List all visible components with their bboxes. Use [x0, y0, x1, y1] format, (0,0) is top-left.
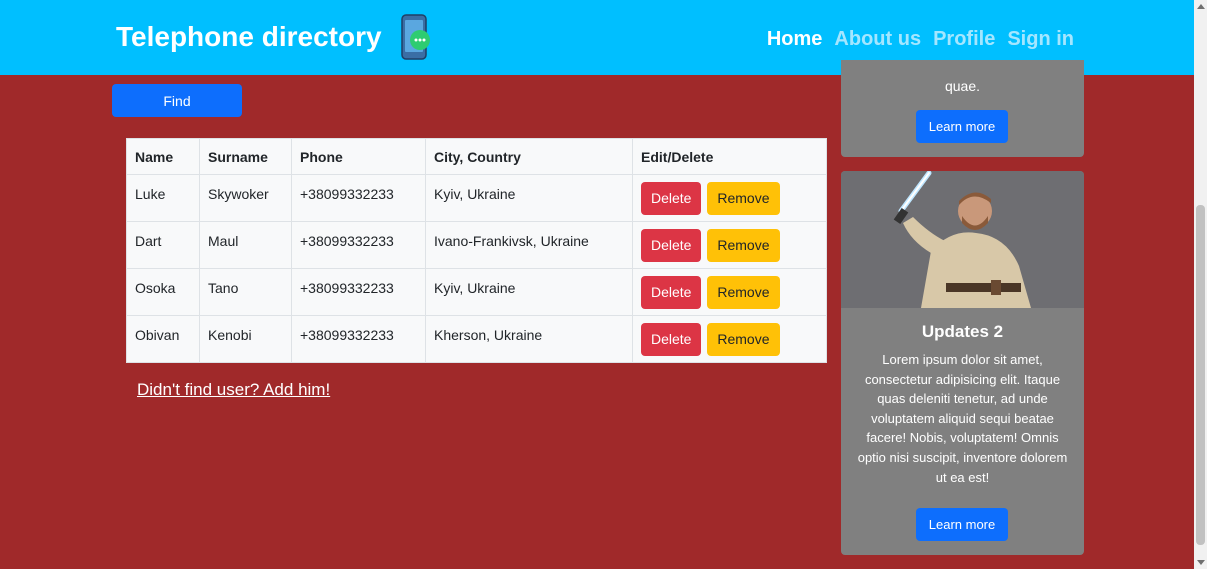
cell-phone: +38099332233: [291, 221, 426, 269]
learn-more-button[interactable]: Learn more: [916, 110, 1008, 143]
card-image: [841, 171, 1084, 308]
update-card-1: quae. Learn more: [841, 60, 1084, 157]
table-header-row: Name Surname Phone City, Country Edit/De…: [126, 138, 827, 175]
cell-actions: Delete Remove: [632, 315, 827, 363]
remove-button[interactable]: Remove: [707, 276, 780, 309]
table-row: Osoka Tano +38099332233 Kyiv, Ukraine De…: [126, 268, 827, 316]
cell-city: Ivano-Frankivsk, Ukraine: [425, 221, 633, 269]
vertical-scrollbar[interactable]: [1194, 0, 1207, 569]
cell-surname: Maul: [199, 221, 292, 269]
directory-table: Name Surname Phone City, Country Edit/De…: [126, 138, 827, 363]
main-nav: Home About us Profile Sign in: [767, 28, 1074, 51]
remove-button[interactable]: Remove: [707, 182, 780, 215]
cell-actions: Delete Remove: [632, 221, 827, 269]
table-row: Dart Maul +38099332233 Ivano-Frankivsk, …: [126, 221, 827, 269]
cell-name: Luke: [126, 174, 200, 222]
cell-name: Obivan: [126, 315, 200, 363]
phone-chat-icon: [401, 14, 430, 60]
remove-button[interactable]: Remove: [707, 229, 780, 262]
card-text: quae.: [944, 78, 981, 94]
learn-more-button[interactable]: Learn more: [916, 508, 1008, 541]
cell-name: Osoka: [126, 268, 200, 316]
nav-about-us[interactable]: About us: [834, 28, 921, 51]
header-name: Name: [126, 138, 200, 175]
brand-title[interactable]: Telephone directory: [116, 21, 382, 53]
cell-surname: Skywoker: [199, 174, 292, 222]
nav-home[interactable]: Home: [767, 28, 823, 51]
remove-button[interactable]: Remove: [707, 323, 780, 356]
delete-button[interactable]: Delete: [641, 276, 702, 309]
table-row: Luke Skywoker +38099332233 Kyiv, Ukraine…: [126, 174, 827, 222]
cell-actions: Delete Remove: [632, 268, 827, 316]
delete-button[interactable]: Delete: [641, 323, 702, 356]
table-row: Obivan Kenobi +38099332233 Kherson, Ukra…: [126, 315, 827, 363]
cell-actions: Delete Remove: [632, 174, 827, 222]
nav-profile[interactable]: Profile: [933, 28, 995, 51]
scroll-up-arrow-icon[interactable]: [1197, 4, 1205, 9]
nav-sign-in[interactable]: Sign in: [1007, 28, 1074, 51]
scroll-thumb[interactable]: [1196, 205, 1205, 545]
add-user-link[interactable]: Didn't find user? Add him!: [137, 380, 330, 400]
cell-surname: Kenobi: [199, 315, 292, 363]
find-button[interactable]: Find: [112, 84, 242, 117]
delete-button[interactable]: Delete: [641, 229, 702, 262]
card-title: Updates 2: [921, 322, 1004, 341]
cell-phone: +38099332233: [291, 174, 426, 222]
cell-phone: +38099332233: [291, 315, 426, 363]
header-surname: Surname: [199, 138, 292, 175]
header-edit-delete: Edit/Delete: [632, 138, 827, 175]
update-card-2: Updates 2 Lorem ipsum dolor sit amet, co…: [841, 171, 1084, 555]
delete-button[interactable]: Delete: [641, 182, 702, 215]
cell-city: Kyiv, Ukraine: [425, 268, 633, 316]
cell-phone: +38099332233: [291, 268, 426, 316]
header-city-country: City, Country: [425, 138, 633, 175]
scroll-down-arrow-icon[interactable]: [1197, 560, 1205, 565]
header-phone: Phone: [291, 138, 426, 175]
cell-city: Kyiv, Ukraine: [425, 174, 633, 222]
cell-surname: Tano: [199, 268, 292, 316]
card-text: Lorem ipsum dolor sit amet, consectetur …: [857, 352, 1068, 485]
cell-name: Dart: [126, 221, 200, 269]
cell-city: Kherson, Ukraine: [425, 315, 633, 363]
